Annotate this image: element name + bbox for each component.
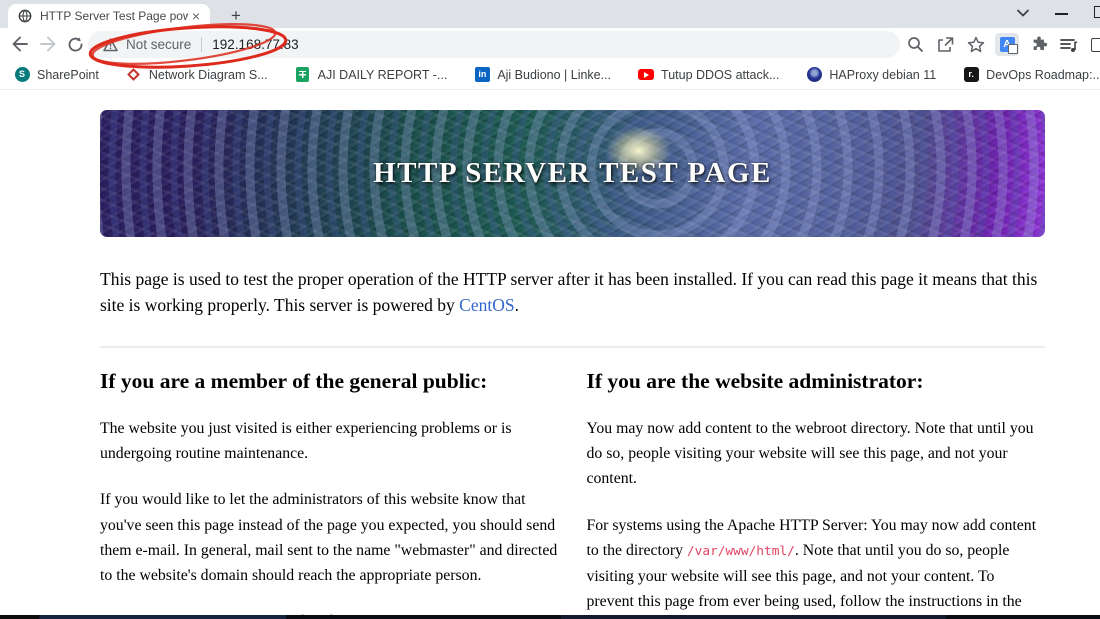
- page-content: HTTP SERVER TEST PAGE This page is used …: [0, 91, 1100, 619]
- media-playlist-button[interactable]: [1058, 34, 1079, 55]
- bookmark-item[interactable]: AJI DAILY REPORT -...: [295, 67, 448, 83]
- window-minimize-button[interactable]: [1055, 13, 1068, 15]
- bookmark-item[interactable]: r. DevOps Roadmap:...: [963, 67, 1100, 83]
- bookmark-favicon-icon: [295, 67, 311, 83]
- star-icon: [967, 36, 984, 53]
- translate-icon: A: [999, 37, 1018, 54]
- bookmark-label: DevOps Roadmap:...: [986, 67, 1100, 82]
- bookmark-item[interactable]: S SharePoint: [14, 67, 99, 83]
- general-public-column: If you are a member of the general publi…: [100, 369, 559, 619]
- bookmark-label: Aji Budiono | Linke...: [497, 67, 612, 82]
- test-page-banner: HTTP SERVER TEST PAGE: [100, 110, 1045, 237]
- paragraph: The website you just visited is either e…: [100, 420, 512, 463]
- tab-strip: HTTP Server Test Page powered × +: [0, 0, 1100, 28]
- browser-window: HTTP Server Test Page powered × +: [0, 0, 1100, 619]
- bookmarks-bar: S SharePoint Network Diagram S... AJI DA…: [0, 60, 1100, 90]
- bookmark-favicon-icon: in: [474, 67, 490, 83]
- extensions-button[interactable]: [1028, 34, 1049, 55]
- bookmark-favicon-icon: r.: [963, 67, 979, 83]
- bookmark-label: SharePoint: [37, 67, 99, 82]
- tab-close-icon[interactable]: ×: [188, 9, 204, 23]
- general-public-heading: If you are a member of the general publi…: [100, 369, 488, 393]
- intro-text-end: .: [514, 294, 519, 315]
- back-arrow-icon: [12, 36, 28, 52]
- side-panel-icon: [1091, 37, 1100, 52]
- back-button[interactable]: [9, 33, 31, 55]
- reload-button[interactable]: [64, 33, 86, 55]
- toolbar-actions: A: [905, 33, 1100, 56]
- bookmark-favicon-icon: S: [14, 67, 30, 83]
- tab-http-server-test-page[interactable]: HTTP Server Test Page powered ×: [8, 4, 210, 28]
- bookmark-item[interactable]: Network Diagram S...: [126, 67, 268, 83]
- bookmark-favicon-icon: [126, 67, 142, 83]
- window-maximize-button[interactable]: [1094, 6, 1100, 18]
- bookmark-item[interactable]: HAProxy debian 11: [806, 67, 936, 83]
- divider: [100, 346, 1045, 348]
- search-button[interactable]: [905, 34, 926, 55]
- centos-link[interactable]: CentOS: [459, 295, 514, 315]
- playlist-music-icon: [1060, 38, 1078, 52]
- forward-arrow-icon: [40, 36, 56, 52]
- security-status-label[interactable]: Not secure: [126, 37, 191, 52]
- bookmark-item[interactable]: Tutup DDOS attack...: [638, 67, 779, 83]
- administrator-heading: If you are the website administrator:: [586, 369, 924, 393]
- intro-paragraph: This page is used to test the proper ope…: [100, 267, 1045, 318]
- tab-search-chevron-icon[interactable]: [1016, 8, 1030, 18]
- browser-toolbar: Not secure 192.168.77.83 A: [0, 28, 1100, 60]
- bookmark-star-button[interactable]: [965, 34, 986, 55]
- bookmark-label: HAProxy debian 11: [829, 67, 937, 82]
- paragraph: If you would like to let the administrat…: [100, 491, 558, 585]
- paragraph-apache: For systems using the Apache HTTP Server…: [587, 513, 1046, 619]
- share-icon: [938, 37, 954, 52]
- omnibox-divider: [201, 37, 203, 52]
- tab-title: HTTP Server Test Page powered: [40, 9, 188, 23]
- bookmark-label: AJI DAILY REPORT -...: [317, 67, 448, 82]
- address-bar[interactable]: Not secure 192.168.77.83: [88, 31, 900, 58]
- taskbar-edge: [0, 615, 1100, 619]
- translate-button[interactable]: A: [995, 33, 1019, 56]
- paragraph: You may now add content to the webroot d…: [586, 420, 1034, 488]
- bookmark-label: Tutup DDOS attack...: [661, 67, 780, 82]
- reload-icon: [68, 36, 82, 52]
- bookmark-item[interactable]: in Aji Budiono | Linke...: [474, 67, 611, 83]
- forward-button[interactable]: [37, 33, 59, 55]
- url-text[interactable]: 192.168.77.83: [212, 37, 298, 52]
- code-path: /var/www/html/: [686, 543, 795, 559]
- bookmark-label: Network Diagram S...: [148, 67, 268, 82]
- puzzle-icon: [1033, 35, 1047, 50]
- side-panel-button[interactable]: [1088, 34, 1100, 55]
- share-button[interactable]: [935, 34, 956, 55]
- not-secure-warning-icon: [103, 37, 118, 51]
- administrator-column: If you are the website administrator: Yo…: [587, 369, 1046, 619]
- search-icon: [908, 37, 923, 52]
- new-tab-button[interactable]: +: [224, 5, 248, 27]
- bookmark-favicon-icon: [806, 67, 822, 83]
- page-title: HTTP SERVER TEST PAGE: [373, 157, 772, 189]
- globe-favicon-icon: [18, 9, 32, 23]
- bookmark-favicon-icon: [638, 67, 655, 83]
- intro-text: This page is used to test the proper ope…: [100, 269, 1038, 315]
